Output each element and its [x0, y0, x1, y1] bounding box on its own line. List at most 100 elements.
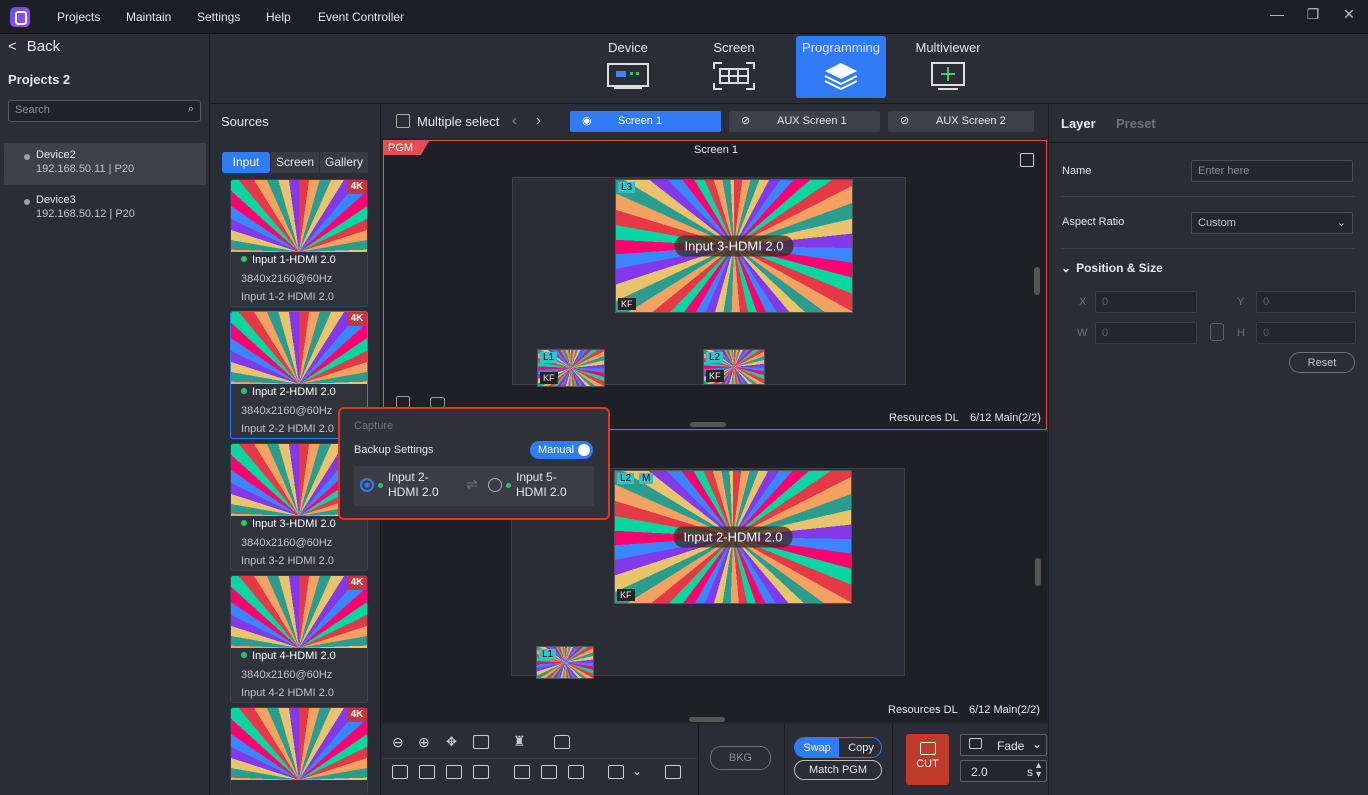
match-pgm-button[interactable]: Match PGM [794, 760, 882, 780]
chevron-down-icon[interactable]: ⌄ [632, 764, 642, 778]
minimize-icon[interactable]: — [1265, 6, 1289, 26]
menu-projects[interactable]: Projects [57, 10, 100, 24]
duration-input[interactable]: 2.0 s ▲ ▼ [960, 760, 1047, 782]
layer-l3[interactable]: L3 Input 3-HDMI 2.0 KF [615, 179, 853, 313]
layer-l1[interactable]: L1 KF [537, 349, 605, 387]
screen-tab-screen-1[interactable]: ◉ Screen 1 [570, 111, 721, 132]
tab-gallery[interactable]: Gallery [320, 152, 368, 173]
layout-icon[interactable] [608, 765, 624, 779]
fullscreen-icon[interactable] [1020, 153, 1034, 167]
tab-screen[interactable]: Screen [689, 36, 779, 98]
screen-icon [712, 61, 756, 91]
link-ratio-icon[interactable] [1210, 323, 1224, 341]
vertical-scrollbar[interactable] [1035, 558, 1041, 586]
source-card[interactable]: 4K Input 4-HDMI 2.0 3840x2160@60Hz Input… [230, 575, 368, 703]
transition-select[interactable]: Fade ⌄ [960, 734, 1047, 756]
manual-toggle[interactable]: Manual [530, 441, 593, 459]
send-back-icon[interactable] [419, 765, 435, 779]
device-item-device2[interactable]: Device2 192.168.50.11 | P20 [4, 143, 206, 185]
app-logo-icon [10, 7, 30, 27]
source-port: Input 2-2 HDMI 2.0 [241, 423, 334, 435]
divider [382, 758, 697, 759]
multiple-select-checkbox[interactable] [396, 114, 410, 128]
layer-l2[interactable]: L2 KF [703, 349, 765, 385]
main-count: 6/12 Main(2/2) [969, 704, 1040, 716]
fill-icon[interactable] [473, 735, 489, 749]
unlock-icon[interactable] [554, 735, 570, 749]
close-icon[interactable]: ✕ [1337, 6, 1361, 26]
layer-tag: L3 [618, 182, 636, 193]
fit-height-icon[interactable] [541, 765, 557, 779]
position-size-header[interactable]: ⌄ Position & Size [1061, 261, 1163, 275]
y-input[interactable]: 0 [1256, 291, 1356, 313]
project-panel: < Back Projects 2 Search ⌕ Device2 192.16… [0, 34, 210, 795]
tab-layer[interactable]: Layer [1061, 116, 1096, 131]
menu-settings[interactable]: Settings [197, 10, 240, 24]
status-dot-icon [378, 483, 383, 488]
bkg-button[interactable]: BKG [710, 746, 771, 770]
search-input[interactable]: Search ⌕ [8, 100, 201, 122]
w-input[interactable]: 0 [1095, 322, 1197, 344]
tab-preset[interactable]: Preset [1116, 116, 1156, 131]
reset-button[interactable]: Reset [1289, 352, 1355, 373]
source-card[interactable]: 4K Input 1-HDMI 2.0 3840x2160@60Hz Input… [230, 179, 368, 307]
backward-icon[interactable] [473, 765, 489, 779]
divider [1049, 142, 1368, 143]
chevron-right-icon[interactable]: › [536, 112, 541, 129]
fit-width-icon[interactable] [514, 765, 530, 779]
x-value: 0 [1102, 296, 1109, 308]
project-title: Projects 2 [8, 72, 71, 87]
x-input[interactable]: 0 [1095, 291, 1197, 313]
radio-input-2[interactable] [360, 478, 374, 492]
screen-tab-aux-1[interactable]: ⊘ AUX Screen 1 [729, 111, 880, 132]
tab-device[interactable]: Device [583, 36, 673, 98]
app-window: Projects Maintain Settings Help Event Co… [0, 0, 1368, 795]
horizontal-scrollbar[interactable] [689, 717, 725, 722]
source-resolution: 3840x2160@60Hz [241, 405, 333, 417]
tab-multiviewer[interactable]: Multiviewer [903, 36, 993, 98]
menu-maintain[interactable]: Maintain [126, 10, 171, 24]
eye-hidden-icon: ⊘ [741, 115, 751, 127]
source-card[interactable]: 4K [230, 707, 368, 795]
cut-button[interactable]: CUT [906, 734, 949, 785]
screen-canvas[interactable]: L3 Input 3-HDMI 2.0 KF L1 KF L2 KF [512, 177, 906, 387]
layer-l1[interactable]: L1 [536, 646, 594, 679]
multiple-select-label: Multiple select [417, 114, 500, 129]
horizontal-scrollbar[interactable] [690, 422, 726, 427]
zoom-in-icon[interactable]: ⊕ [418, 734, 430, 751]
chevron-left-icon[interactable]: ‹ [512, 112, 517, 129]
tab-input[interactable]: Input [222, 152, 270, 173]
menu-help[interactable]: Help [266, 10, 291, 24]
radio-input-5[interactable] [488, 478, 502, 492]
layer-source-name: Input 3-HDMI 2.0 [674, 235, 794, 257]
forward-icon[interactable] [446, 765, 462, 779]
add-layer-icon[interactable] [665, 765, 681, 779]
layer-l2[interactable]: L2 M Input 2-HDMI 2.0 KF [614, 470, 852, 604]
fit-all-icon[interactable] [568, 765, 584, 779]
tab-screen-sources[interactable]: Screen [271, 152, 319, 173]
layer-mask-tag: M [639, 473, 654, 484]
stepper-icon[interactable]: ▲ ▼ [1034, 761, 1043, 779]
resolution-badge: 4K [347, 312, 367, 326]
swap-copy-toggle[interactable]: Swap Copy [794, 737, 882, 758]
screen-tab-aux-2[interactable]: ⊘ AUX Screen 2 [888, 111, 1034, 132]
source-port: Input 1-2 HDMI 2.0 [241, 291, 334, 303]
fit-icon[interactable]: ✥ [446, 734, 457, 750]
maximize-icon[interactable]: ❐ [1301, 6, 1325, 26]
source-resolution: 3840x2160@60Hz [241, 273, 333, 285]
aspect-ratio-select[interactable]: Custom ⌄ [1191, 212, 1353, 234]
menu-event-controller[interactable]: Event Controller [318, 10, 404, 24]
vertical-scrollbar[interactable] [1034, 267, 1040, 295]
copy-button[interactable]: Copy [839, 738, 881, 757]
swap-button[interactable]: Swap [795, 738, 839, 757]
h-input[interactable]: 0 [1256, 322, 1356, 344]
tab-label: Device [608, 40, 648, 55]
clean-icon[interactable]: ♜ [513, 733, 526, 750]
zoom-out-icon[interactable]: ⊖ [392, 734, 404, 751]
pgm-preview: PGM Screen 1 L3 Input 3-HDMI 2.0 KF L1 K… [383, 140, 1047, 430]
bring-front-icon[interactable] [392, 765, 408, 779]
name-input[interactable]: Enter here [1191, 160, 1353, 182]
tab-programming[interactable]: Programming [796, 36, 886, 98]
back-button[interactable]: < Back [8, 38, 60, 55]
device-item-device3[interactable]: Device3 192.168.50.12 | P20 [4, 188, 206, 230]
